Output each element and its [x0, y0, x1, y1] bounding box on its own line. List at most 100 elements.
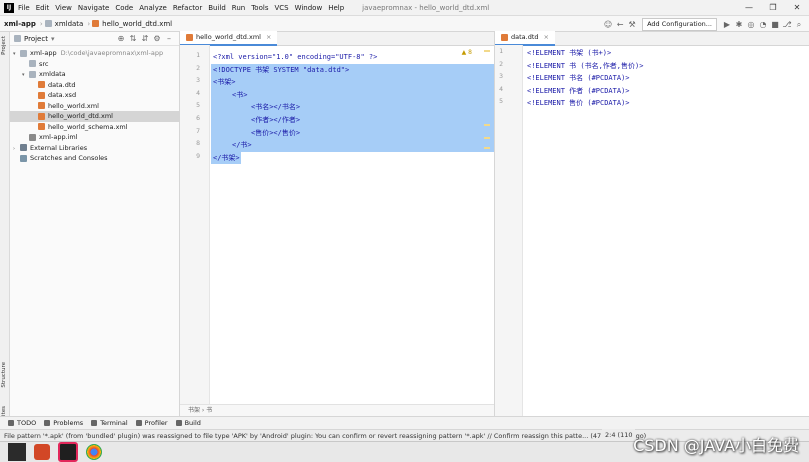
tab-hello-world-dtd[interactable]: hello_world_dtd.xml × — [180, 31, 278, 46]
code-line[interactable]: <书名></书名> — [251, 101, 300, 113]
close-tab-icon[interactable]: × — [266, 31, 271, 44]
tab-data-dtd[interactable]: data.dtd × — [495, 31, 555, 46]
project-tool-tab[interactable]: Project — [1, 36, 7, 55]
intellij-icon[interactable] — [58, 442, 78, 462]
project-panel: Project ▾ ⊕ ⇅ ⇵ ⚙ – ▾ xml-app D:\code\java… — [10, 32, 200, 416]
project-panel-title[interactable]: Project — [24, 35, 48, 43]
inspection-widget[interactable]: ▲ 8 — [462, 49, 472, 56]
tool-window-todo[interactable]: TODO — [8, 419, 36, 427]
chrome-icon[interactable] — [86, 444, 102, 460]
code-line[interactable]: <!ELEMENT 售价 (#PCDATA)> — [527, 97, 630, 109]
breadcrumb-project[interactable]: xml-app — [4, 20, 36, 28]
xml-icon — [38, 112, 45, 120]
code-line[interactable]: <!ELEMENT 书名 (#PCDATA)> — [527, 72, 630, 84]
maximize-icon[interactable]: ❐ — [761, 0, 785, 16]
menu-navigate[interactable]: Navigate — [78, 4, 109, 12]
close-tab-icon[interactable]: × — [544, 31, 549, 44]
tree-item-label: xml-app.iml — [39, 133, 78, 141]
collapse-all-icon[interactable]: ⇵ — [139, 33, 151, 45]
tree-item[interactable]: hello_world.xml — [10, 101, 200, 112]
status-message[interactable]: File pattern '*.apk' (from 'bundled' plu… — [4, 432, 646, 440]
breadcrumb-separator: › — [87, 19, 91, 28]
run-icon[interactable]: ▶ — [721, 19, 733, 31]
xml-icon — [38, 123, 45, 130]
tree-item[interactable]: xml-app.iml — [10, 132, 191, 143]
tree-item-label: hello_world_schema.xml — [48, 122, 128, 131]
selection-highlight — [211, 139, 494, 152]
code-area[interactable]: 1 <!ELEMENT 书架 (书+)> 2 <!ELEMENT 书 (书名,作者,售… — [495, 45, 809, 416]
structure-tool-tab[interactable]: Structure — [1, 362, 7, 388]
warning-marker[interactable] — [484, 147, 490, 149]
tree-item[interactable]: ▾ xml-app D:\code\javaepromnax\xml-app — [10, 48, 182, 59]
tree-item[interactable]: data.dtd — [10, 80, 200, 91]
menu-code[interactable]: Code — [115, 4, 133, 12]
menu-edit[interactable]: Edit — [36, 4, 50, 12]
code-line[interactable]: <?xml version="1.0" encoding="UTF-8" ?> — [213, 51, 377, 63]
locate-icon[interactable]: ⊕ — [115, 33, 127, 45]
user-icon[interactable]: ☺ — [602, 19, 614, 31]
tree-item[interactable]: › External Libraries — [10, 143, 182, 154]
search-icon[interactable]: ⌕ — [793, 19, 805, 31]
warning-marker[interactable] — [484, 124, 490, 126]
menu-analyze[interactable]: Analyze — [139, 4, 167, 12]
warning-marker[interactable] — [484, 137, 490, 139]
coverage-icon[interactable]: ◎ — [745, 19, 757, 31]
code-line[interactable]: <!ELEMENT 书 (书名,作者,售价)> — [527, 60, 643, 72]
hammer-icon[interactable]: ⚒ — [626, 19, 638, 31]
code-line[interactable]: </书架> — [213, 152, 240, 164]
tree-item-label: hello_world.xml — [48, 101, 99, 110]
run-configuration-dropdown[interactable]: Add Configuration... — [642, 18, 717, 31]
tree-item[interactable]: src — [10, 59, 191, 70]
menu-view[interactable]: View — [55, 4, 72, 12]
tree-item[interactable]: Scratches and Consoles — [10, 153, 182, 164]
caret-position[interactable]: 2:4 (110 — [602, 429, 636, 441]
tool-window-label: Build — [184, 419, 201, 427]
menu-build[interactable]: Build — [208, 4, 226, 12]
menu-run[interactable]: Run — [232, 4, 245, 12]
profile-icon[interactable]: ◔ — [757, 19, 769, 31]
tool-window-profiler[interactable]: Profiler — [135, 419, 168, 427]
menu-tools[interactable]: Tools — [251, 4, 268, 12]
editor-tab-bar: data.dtd × — [495, 31, 809, 46]
stop-icon[interactable]: ■ — [769, 19, 781, 31]
tool-window-build[interactable]: Build — [175, 419, 201, 427]
watermark: CSDN @JAVA小白免费 — [633, 436, 799, 455]
tool-window-terminal[interactable]: Terminal — [91, 419, 128, 427]
tab-label: data.dtd — [511, 33, 539, 41]
menu-file[interactable]: File — [18, 4, 30, 12]
arrow-left-icon[interactable]: ← — [614, 19, 626, 31]
menu-vcs[interactable]: VCS — [274, 4, 288, 12]
tree-item[interactable]: hello_world_schema.xml — [10, 122, 200, 133]
tree-item[interactable]: hello_world_dtd.xml — [10, 111, 200, 122]
code-line[interactable]: <作者></作者> — [251, 114, 300, 126]
tool-window-problems[interactable]: Problems — [44, 419, 83, 427]
code-line[interactable]: <!ELEMENT 书架 (书+)> — [527, 47, 611, 59]
breadcrumb-file[interactable]: hello_world_dtd.xml — [102, 20, 172, 28]
tree-item[interactable]: data.xsd — [10, 90, 200, 101]
start-icon[interactable] — [8, 443, 26, 461]
expand-all-icon[interactable]: ⇅ — [127, 33, 139, 45]
code-line[interactable]: <书架> — [213, 76, 235, 88]
menu-window[interactable]: Window — [295, 4, 323, 12]
menu-refactor[interactable]: Refactor — [173, 4, 202, 12]
hide-icon[interactable]: – — [163, 33, 175, 45]
vcs-icon[interactable]: ⎇ — [781, 19, 793, 31]
gear-icon[interactable]: ⚙ — [151, 33, 163, 45]
breadcrumb-separator: › — [39, 19, 43, 28]
code-line[interactable]: </书> — [232, 139, 252, 151]
powerpoint-icon[interactable] — [34, 444, 50, 460]
code-line[interactable]: <书> — [232, 89, 247, 101]
code-line[interactable]: <售价></售价> — [251, 127, 300, 139]
debug-icon[interactable]: ✱ — [733, 19, 745, 31]
editor-breadcrumb[interactable]: 书架 › 书 — [180, 404, 494, 416]
minimize-icon[interactable]: — — [737, 0, 761, 16]
chevron-down-icon[interactable]: ▾ — [51, 35, 55, 43]
close-icon[interactable]: ✕ — [785, 0, 809, 16]
breadcrumb-folder[interactable]: xmldata — [55, 20, 84, 28]
code-line[interactable]: <!DOCTYPE 书架 SYSTEM "data.dtd"> — [213, 64, 349, 76]
code-area[interactable]: 1 <?xml version="1.0" encoding="UTF-8" ?>… — [180, 45, 494, 404]
code-line[interactable]: <!ELEMENT 作者 (#PCDATA)> — [527, 85, 630, 97]
folder-icon — [20, 49, 27, 57]
menu-help[interactable]: Help — [328, 4, 344, 12]
tree-item[interactable]: ▾ xmldata — [10, 69, 191, 80]
